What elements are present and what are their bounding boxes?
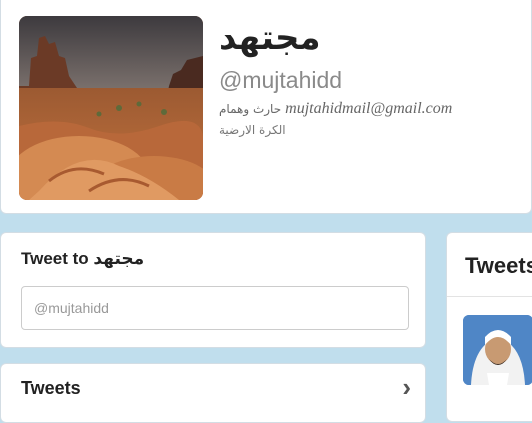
author-photo	[463, 315, 532, 385]
tweets-nav-card[interactable]: Tweets ›	[0, 363, 426, 423]
tweet-to-heading: Tweet to مجتهد	[21, 249, 144, 269]
profile-bio: حارث وهمام mujtahidmail@gmail.com	[219, 100, 452, 118]
divider	[447, 296, 532, 297]
tweet-author-avatar[interactable]	[463, 315, 532, 385]
profile-card: مجتهد @mujtahidd حارث وهمام mujtahidmail…	[0, 0, 532, 214]
profile-name: مجتهد	[219, 18, 321, 58]
chevron-right-icon[interactable]: ›	[402, 372, 411, 403]
bio-arabic-text: حارث وهمام	[219, 102, 282, 116]
tweet-to-card: Tweet to مجتهد @mujtahidd	[0, 232, 426, 348]
desert-landscape-image	[19, 16, 203, 200]
tweets-panel-title: Tweets	[465, 253, 532, 278]
profile-handle: @mujtahidd	[219, 67, 343, 93]
profile-location: الكرة الارضية	[219, 123, 286, 137]
profile-avatar[interactable]	[19, 16, 203, 200]
tweet-to-name: مجتهد	[93, 249, 145, 269]
bio-email-text: mujtahidmail@gmail.com	[285, 100, 453, 117]
tweets-timeline-panel: Tweets	[446, 232, 532, 422]
tweets-nav-label: Tweets	[21, 378, 81, 398]
tweet-to-input[interactable]: @mujtahidd	[21, 286, 409, 330]
tweet-to-label: Tweet to	[21, 249, 89, 268]
